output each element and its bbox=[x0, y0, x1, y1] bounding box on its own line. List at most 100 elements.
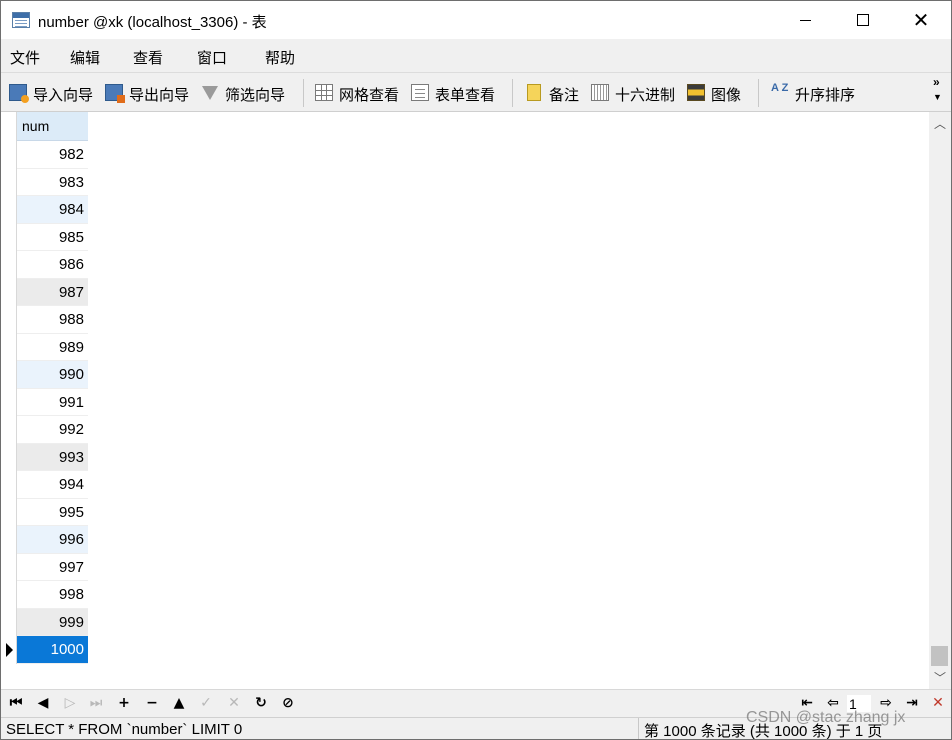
row-indicator[interactable] bbox=[1, 361, 17, 389]
next-record-icon[interactable]: ▷ bbox=[62, 695, 78, 711]
table-cell-num[interactable]: 988 bbox=[17, 306, 88, 334]
title-bar: number @xk (localhost_3306) - 表 ✕ bbox=[1, 1, 951, 39]
apply-changes-icon[interactable]: ✓ bbox=[198, 695, 214, 711]
menu-view[interactable]: 查看 bbox=[133, 47, 163, 68]
row-indicator[interactable] bbox=[1, 416, 17, 444]
table-row[interactable]: 991 bbox=[1, 388, 88, 416]
table-row[interactable]: 993 bbox=[1, 443, 88, 471]
row-indicator[interactable] bbox=[1, 388, 17, 416]
toolbar: 导入向导 导出向导 筛选向导 网格查看 表单查看 备注 十六进制 图像 A Z … bbox=[1, 72, 951, 112]
table-cell-num[interactable]: 982 bbox=[17, 141, 88, 169]
table-row[interactable]: 990 bbox=[1, 361, 88, 389]
last-record-icon[interactable]: ⏭ bbox=[88, 695, 104, 711]
row-indicator[interactable] bbox=[1, 553, 17, 581]
refresh-icon[interactable]: ↻ bbox=[253, 695, 269, 711]
row-indicator[interactable] bbox=[1, 443, 17, 471]
table-row[interactable]: 996 bbox=[1, 526, 88, 554]
row-indicator[interactable] bbox=[1, 251, 17, 279]
hex-icon bbox=[591, 84, 609, 101]
table-row[interactable]: 997 bbox=[1, 553, 88, 581]
previous-record-icon[interactable]: ◀ bbox=[35, 695, 51, 711]
settings-tools-icon[interactable]: ✕ bbox=[930, 695, 946, 711]
status-query: SELECT * FROM `number` LIMIT 0 bbox=[6, 721, 243, 738]
table-row[interactable]: 984 bbox=[1, 196, 88, 224]
table-row[interactable]: 988 bbox=[1, 306, 88, 334]
discard-changes-icon[interactable]: ✕ bbox=[226, 695, 242, 711]
table-cell-num[interactable]: 984 bbox=[17, 196, 88, 224]
row-indicator[interactable] bbox=[1, 168, 17, 196]
table-row[interactable]: 999 bbox=[1, 608, 88, 636]
chevron-right-double-icon: » bbox=[933, 75, 940, 89]
table-cell-num[interactable]: 986 bbox=[17, 251, 88, 279]
scroll-down-icon[interactable]: ﹀ bbox=[929, 669, 951, 687]
toolbar-overflow-button[interactable]: » ▼ bbox=[933, 75, 942, 104]
table-cell-num[interactable]: 994 bbox=[17, 471, 88, 499]
menu-file[interactable]: 文件 bbox=[10, 47, 40, 68]
minimize-button[interactable] bbox=[776, 1, 834, 39]
row-indicator[interactable] bbox=[1, 498, 17, 526]
table-cell-num[interactable]: 998 bbox=[17, 581, 88, 609]
table-row[interactable]: 985 bbox=[1, 223, 88, 251]
window-title: number @xk (localhost_3306) - 表 bbox=[38, 14, 267, 31]
table-cell-num[interactable]: 997 bbox=[17, 554, 88, 581]
table-row[interactable]: 986 bbox=[1, 251, 88, 279]
add-record-icon[interactable]: + bbox=[116, 695, 132, 711]
memo-label: 备注 bbox=[549, 87, 580, 104]
row-indicator[interactable] bbox=[1, 141, 17, 169]
vertical-scrollbar[interactable]: ︿ ﹀ bbox=[929, 112, 951, 689]
data-grid[interactable]: num 982 983 984 985 986 987 988 989 990 991 992 993… bbox=[1, 112, 929, 689]
table-row[interactable]: 995 bbox=[1, 498, 88, 526]
table-cell-num[interactable]: 983 bbox=[17, 169, 88, 196]
form-icon bbox=[411, 84, 429, 101]
table-row[interactable]: 989 bbox=[1, 333, 88, 361]
row-indicator[interactable] bbox=[1, 608, 17, 636]
table-cell-num[interactable]: 999 bbox=[17, 608, 88, 636]
table-row[interactable]: 1000 bbox=[1, 636, 88, 664]
row-indicator[interactable] bbox=[1, 636, 17, 664]
table-row[interactable]: 992 bbox=[1, 416, 88, 444]
table-cell-num[interactable]: 1000 bbox=[17, 636, 88, 664]
menu-help[interactable]: 帮助 bbox=[265, 47, 295, 68]
edit-record-icon[interactable]: ▲ bbox=[171, 695, 187, 711]
hex-label: 十六进制 bbox=[615, 87, 676, 104]
last-page-icon[interactable]: ⇥ bbox=[904, 695, 920, 711]
delete-record-icon[interactable]: − bbox=[144, 695, 160, 711]
import-icon bbox=[9, 84, 29, 103]
row-indicator[interactable] bbox=[1, 333, 17, 361]
row-indicator[interactable] bbox=[1, 196, 17, 224]
minimize-icon bbox=[799, 19, 811, 21]
row-indicator[interactable] bbox=[1, 526, 17, 554]
grid-header: num bbox=[1, 112, 88, 141]
table-row[interactable]: 987 bbox=[1, 278, 88, 306]
table-row[interactable]: 982 bbox=[1, 141, 88, 169]
scroll-up-icon[interactable]: ︿ bbox=[929, 115, 951, 133]
table-cell-num[interactable]: 993 bbox=[17, 443, 88, 471]
table-cell-num[interactable]: 996 bbox=[17, 526, 88, 554]
first-record-icon[interactable]: ⏮ bbox=[8, 695, 24, 711]
table-cell-num[interactable]: 987 bbox=[17, 278, 88, 306]
table-cell-num[interactable]: 991 bbox=[17, 389, 88, 416]
table-cell-num[interactable]: 992 bbox=[17, 416, 88, 444]
column-header-num[interactable]: num bbox=[17, 112, 88, 141]
row-indicator[interactable] bbox=[1, 306, 17, 334]
maximize-button[interactable] bbox=[834, 1, 892, 39]
table-row[interactable]: 994 bbox=[1, 471, 88, 499]
table-row[interactable]: 983 bbox=[1, 168, 88, 196]
table-row[interactable]: 998 bbox=[1, 581, 88, 609]
table-cell-num[interactable]: 989 bbox=[17, 334, 88, 361]
menu-window[interactable]: 窗口 bbox=[197, 47, 227, 68]
close-button[interactable]: ✕ bbox=[892, 1, 950, 39]
row-indicator[interactable] bbox=[1, 278, 17, 306]
import-wizard-label: 导入向导 bbox=[33, 87, 94, 104]
scroll-thumb[interactable] bbox=[931, 646, 948, 666]
table-cell-num[interactable]: 995 bbox=[17, 499, 88, 526]
filter-wizard-label: 筛选向导 bbox=[225, 87, 286, 104]
form-view-label: 表单查看 bbox=[435, 87, 496, 104]
row-indicator[interactable] bbox=[1, 223, 17, 251]
menu-edit[interactable]: 编辑 bbox=[70, 47, 100, 68]
stop-icon[interactable]: ⊘ bbox=[280, 695, 296, 711]
row-indicator[interactable] bbox=[1, 581, 17, 609]
table-cell-num[interactable]: 990 bbox=[17, 361, 88, 389]
row-indicator[interactable] bbox=[1, 471, 17, 499]
table-cell-num[interactable]: 985 bbox=[17, 224, 88, 251]
